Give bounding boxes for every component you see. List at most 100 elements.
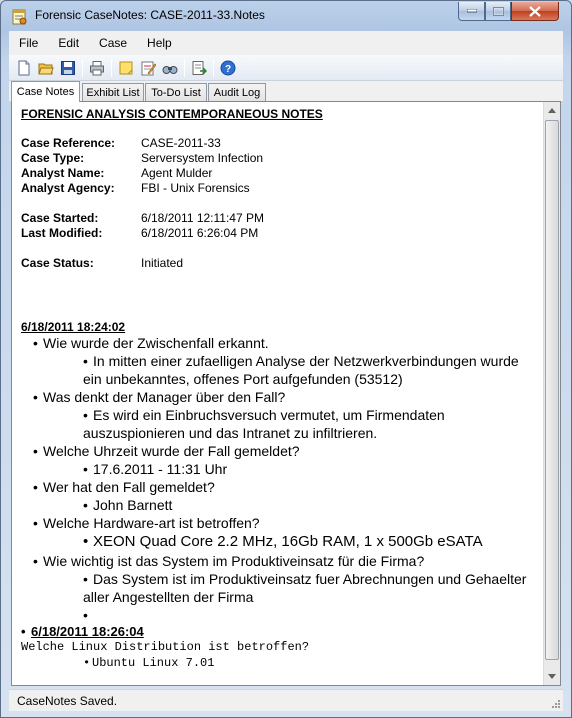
answer: • XEON Quad Core 2.2 MHz, 16Gb RAM, 1 x 5… xyxy=(83,533,483,550)
question-text: Wer hat den Fall gemeldet? xyxy=(43,479,215,495)
answer: • Ubuntu Linux 7.01 xyxy=(83,656,215,670)
window-title: Forensic CaseNotes: CASE-2011-33.Notes xyxy=(35,8,265,22)
scroll-down-arrow[interactable] xyxy=(544,668,560,685)
open-icon[interactable] xyxy=(35,57,57,79)
scroll-up-arrow[interactable] xyxy=(544,102,560,119)
field-value: Serversystem Infection xyxy=(141,151,264,165)
field-value: 6/18/2011 12:11:47 PM xyxy=(141,211,264,225)
bullet: • xyxy=(21,624,26,639)
answer: • In mitten einer zufaelligen Analyse der… xyxy=(83,353,519,387)
question-text: Wie wurde der Zwischenfall erkannt. xyxy=(43,335,269,351)
question-text: Welche Hardware-art ist betroffen? xyxy=(43,515,260,531)
edit-note-icon[interactable] xyxy=(137,57,159,79)
field-last-modified: Last Modified: 6/18/2011 6:26:04 PM xyxy=(21,226,543,241)
field-analyst-name: Analyst Name: Agent Mulder xyxy=(21,166,543,181)
question: • Wer hat den Fall gemeldet? xyxy=(33,479,215,495)
find-icon[interactable] xyxy=(159,57,181,79)
app-window: Forensic CaseNotes: CASE-2011-33.Notes F… xyxy=(0,0,572,718)
answer: • John Barnett xyxy=(83,497,173,513)
menu-edit[interactable]: Edit xyxy=(48,36,89,50)
toolbar-separator xyxy=(213,58,214,77)
answer-text: John Barnett xyxy=(93,497,173,513)
help-icon[interactable]: ? xyxy=(217,57,239,79)
notes-document[interactable]: FORENSIC ANALYSIS CONTEMPORANEOUS NOTES … xyxy=(12,102,543,685)
field-label: Case Status: xyxy=(21,256,94,270)
save-icon[interactable] xyxy=(57,57,79,79)
answer: • 17.6.2011 - 11:31 Uhr xyxy=(83,461,228,477)
field-label: Last Modified: xyxy=(21,226,103,240)
close-button[interactable] xyxy=(511,2,559,21)
question-text: Welche Linux Distribution ist betroffen? xyxy=(21,640,310,654)
field-label: Case Type: xyxy=(21,151,85,165)
document-heading: FORENSIC ANALYSIS CONTEMPORANEOUS NOTES xyxy=(21,107,323,121)
answer-text: In mitten einer zufaelligen Analyse der … xyxy=(83,353,519,387)
field-case-reference: Case Reference: CASE-2011-33 xyxy=(21,136,543,151)
tab-strip: Case Notes Exhibit List To-Do List Audit… xyxy=(9,81,563,102)
field-label: Case Reference: xyxy=(21,136,116,150)
field-label: Analyst Agency: xyxy=(21,181,115,195)
entry-timestamp: 6/18/2011 18:24:02 xyxy=(21,320,126,334)
close-icon xyxy=(529,5,541,17)
field-value: 6/18/2011 6:26:04 PM xyxy=(141,226,259,240)
toolbar: ? xyxy=(9,55,563,81)
resize-grip-icon[interactable] xyxy=(551,699,561,709)
svg-text:?: ? xyxy=(225,64,231,75)
minimize-icon xyxy=(466,9,477,13)
entry-timestamp-text: 6/18/2011 18:26:04 xyxy=(31,624,144,639)
field-case-status: Case Status: Initiated xyxy=(21,256,543,271)
tab-exhibit-list[interactable]: Exhibit List xyxy=(82,83,144,101)
question: • Welche Uhrzeit wurde der Fall gemeldet? xyxy=(33,443,300,459)
question-text: Wie wichtig ist das System im Produktive… xyxy=(43,553,425,569)
chevron-down-icon xyxy=(548,674,556,679)
field-analyst-agency: Analyst Agency: FBI - Unix Forensics xyxy=(21,181,543,196)
chevron-up-icon xyxy=(548,108,556,113)
answer-text: Das System ist im Produktiveinsatz fuer … xyxy=(83,571,527,605)
tab-todo-list[interactable]: To-Do List xyxy=(145,83,207,101)
answer-text: XEON Quad Core 2.2 MHz, 16Gb RAM, 1 x 50… xyxy=(93,533,483,550)
tab-case-notes[interactable]: Case Notes xyxy=(11,81,80,102)
export-icon[interactable] xyxy=(188,57,210,79)
question: • Wie wichtig ist das System im Produktiv… xyxy=(33,553,425,569)
answer-text: Ubuntu Linux 7.01 xyxy=(92,656,215,670)
answer-text: Es wird ein Einbruchsversuch vermutet, u… xyxy=(83,407,445,441)
field-value: Agent Mulder xyxy=(141,166,213,180)
scrollbar-thumb[interactable] xyxy=(545,120,559,660)
menu-bar: File Edit Case Help xyxy=(9,31,563,55)
print-icon[interactable] xyxy=(86,57,108,79)
entry-timestamp: • 6/18/2011 18:26:04 xyxy=(21,624,543,639)
toolbar-separator xyxy=(111,58,112,77)
status-bar: CaseNotes Saved. xyxy=(9,689,563,711)
field-value: FBI - Unix Forensics xyxy=(141,181,250,195)
answer: • Das System ist im Produktiveinsatz fuer… xyxy=(83,571,527,605)
question-text: Was denkt der Manager über den Fall? xyxy=(43,389,286,405)
menu-case[interactable]: Case xyxy=(89,36,137,50)
answer: • Es wird ein Einbruchsversuch vermutet, … xyxy=(83,407,445,441)
field-value: Initiated xyxy=(141,256,184,270)
field-label: Analyst Name: xyxy=(21,166,105,180)
answer-text: 17.6.2011 - 11:31 Uhr xyxy=(93,461,228,477)
toolbar-separator xyxy=(184,58,185,77)
notes-editor[interactable]: FORENSIC ANALYSIS CONTEMPORANEOUS NOTES … xyxy=(11,101,561,686)
menu-file[interactable]: File xyxy=(9,36,48,50)
app-notepad-icon xyxy=(11,8,28,25)
note-icon[interactable] xyxy=(115,57,137,79)
title-bar[interactable]: Forensic CaseNotes: CASE-2011-33.Notes xyxy=(1,1,571,31)
minimize-button[interactable] xyxy=(458,2,485,21)
toolbar-separator xyxy=(82,58,83,77)
maximize-icon xyxy=(492,6,504,16)
question: • Was denkt der Manager über den Fall? xyxy=(33,389,286,405)
question-text: Welche Uhrzeit wurde der Fall gemeldet? xyxy=(43,443,300,459)
question: • Welche Hardware-art ist betroffen? xyxy=(33,515,260,531)
field-label: Case Started: xyxy=(21,211,99,225)
field-value: CASE-2011-33 xyxy=(141,136,221,150)
new-icon[interactable] xyxy=(13,57,35,79)
menu-help[interactable]: Help xyxy=(137,36,182,50)
question: • Wie wurde der Zwischenfall erkannt. xyxy=(33,335,269,351)
maximize-button[interactable] xyxy=(485,2,511,21)
status-text: CaseNotes Saved. xyxy=(17,694,118,708)
field-case-started: Case Started: 6/18/2011 12:11:47 PM xyxy=(21,211,543,226)
empty-bullet: • xyxy=(83,607,88,623)
vertical-scrollbar[interactable] xyxy=(543,102,560,685)
tab-audit-log[interactable]: Audit Log xyxy=(208,83,266,101)
field-case-type: Case Type: Serversystem Infection xyxy=(21,151,543,166)
